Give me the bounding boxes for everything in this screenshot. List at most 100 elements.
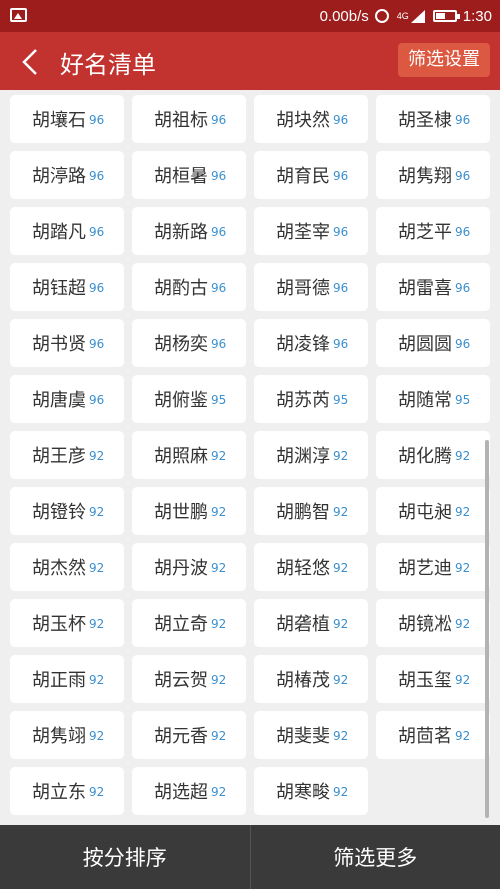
name-text: 胡寒畯 <box>276 782 330 803</box>
name-text: 胡荃宰 <box>276 222 330 243</box>
name-score: 95 <box>455 393 471 407</box>
name-card[interactable]: 胡踏凡 96 <box>10 207 124 255</box>
name-card[interactable]: 胡祖标 96 <box>132 95 246 143</box>
name-card[interactable]: 胡鹏智 92 <box>254 487 368 535</box>
name-card[interactable]: 胡椿茂 92 <box>254 655 368 703</box>
alarm-icon <box>374 9 389 23</box>
name-card[interactable]: 胡杨奕 96 <box>132 319 246 367</box>
name-card[interactable]: 胡王彦 92 <box>10 431 124 479</box>
name-card[interactable]: 胡育民 96 <box>254 151 368 199</box>
name-card[interactable]: 胡镫铃 92 <box>10 487 124 535</box>
name-card[interactable]: 胡渟路 96 <box>10 151 124 199</box>
name-card[interactable]: 胡壤石 96 <box>10 95 124 143</box>
name-card[interactable]: 胡桓暑 96 <box>132 151 246 199</box>
name-score: 92 <box>333 449 349 463</box>
name-score: 96 <box>89 337 105 351</box>
name-score: 92 <box>89 785 105 799</box>
bottom-bar: 按分排序 筛选更多 <box>0 825 500 889</box>
name-score: 96 <box>211 225 227 239</box>
name-card[interactable]: 胡隽翔 96 <box>376 151 490 199</box>
name-score: 96 <box>211 337 227 351</box>
name-text: 胡渊淳 <box>276 446 330 467</box>
filter-settings-button[interactable]: 筛选设置 <box>398 43 490 77</box>
app-header: 好名清单 筛选设置 <box>0 32 500 90</box>
name-score: 92 <box>333 561 349 575</box>
name-card[interactable]: 胡照麻 92 <box>132 431 246 479</box>
name-card[interactable]: 胡钰超 96 <box>10 263 124 311</box>
name-text: 胡唐虞 <box>32 390 86 411</box>
name-list[interactable]: 胡壤石 96 胡祖标 96 胡块然 96 胡圣棣 96 胡渟路 96 胡桓暑 96 胡育民 96 胡隽翔 96… <box>0 90 500 825</box>
name-card[interactable]: 胡新路 96 <box>132 207 246 255</box>
name-card[interactable]: 胡元香 92 <box>132 711 246 759</box>
name-score: 96 <box>89 113 105 127</box>
name-card[interactable]: 胡块然 96 <box>254 95 368 143</box>
back-arrow-icon[interactable] <box>18 48 44 76</box>
name-card[interactable]: 胡酌古 96 <box>132 263 246 311</box>
name-card[interactable]: 胡镜凇 92 <box>376 599 490 647</box>
name-card[interactable]: 胡立东 92 <box>10 767 124 815</box>
name-score: 92 <box>211 505 227 519</box>
signal-icon <box>410 9 425 23</box>
name-score: 92 <box>455 617 471 631</box>
name-card[interactable]: 胡玉杯 92 <box>10 599 124 647</box>
name-card[interactable]: 胡芝平 96 <box>376 207 490 255</box>
name-card[interactable]: 胡玉玺 92 <box>376 655 490 703</box>
name-card[interactable]: 胡杰然 92 <box>10 543 124 591</box>
name-text: 胡镜凇 <box>398 614 452 635</box>
name-card[interactable]: 胡隽翊 92 <box>10 711 124 759</box>
name-card[interactable]: 胡哥德 96 <box>254 263 368 311</box>
name-score: 92 <box>211 785 227 799</box>
name-text: 胡世鹏 <box>154 502 208 523</box>
name-card[interactable]: 胡斐斐 92 <box>254 711 368 759</box>
name-card[interactable]: 胡随常 95 <box>376 375 490 423</box>
name-card[interactable]: 胡丹波 92 <box>132 543 246 591</box>
name-text: 胡苏芮 <box>276 390 330 411</box>
name-card[interactable]: 胡正雨 92 <box>10 655 124 703</box>
name-card[interactable]: 胡凌锋 96 <box>254 319 368 367</box>
name-card[interactable]: 胡世鹏 92 <box>132 487 246 535</box>
page-title: 好名清单 <box>60 51 156 79</box>
name-text: 胡块然 <box>276 110 330 131</box>
name-score: 92 <box>89 729 105 743</box>
name-card[interactable]: 胡俯鉴 95 <box>132 375 246 423</box>
name-text: 胡隽翊 <box>32 726 86 747</box>
name-card[interactable]: 胡云贺 92 <box>132 655 246 703</box>
name-card[interactable]: 胡唐虞 96 <box>10 375 124 423</box>
name-card[interactable]: 胡屯昶 92 <box>376 487 490 535</box>
name-score: 96 <box>89 225 105 239</box>
name-card[interactable]: 胡立奇 92 <box>132 599 246 647</box>
name-score: 96 <box>333 113 349 127</box>
network-speed: 0.00b/s <box>319 7 369 25</box>
name-score: 92 <box>455 449 471 463</box>
name-text: 胡艺迪 <box>398 558 452 579</box>
name-card[interactable]: 胡苏芮 95 <box>254 375 368 423</box>
name-card[interactable]: 胡化腾 92 <box>376 431 490 479</box>
name-score: 96 <box>333 337 349 351</box>
name-card[interactable]: 胡荃宰 96 <box>254 207 368 255</box>
name-text: 胡玉杯 <box>32 614 86 635</box>
name-score: 96 <box>89 393 105 407</box>
name-card[interactable]: 胡轻悠 92 <box>254 543 368 591</box>
name-card[interactable]: 胡圆圆 96 <box>376 319 490 367</box>
name-card[interactable]: 胡艺迪 92 <box>376 543 490 591</box>
scrollbar[interactable] <box>485 440 489 818</box>
name-text: 胡随常 <box>398 390 452 411</box>
name-card[interactable]: 胡圣棣 96 <box>376 95 490 143</box>
filter-more-button[interactable]: 筛选更多 <box>251 825 500 889</box>
name-text: 胡圆圆 <box>398 334 452 355</box>
name-text: 胡屯昶 <box>398 502 452 523</box>
name-text: 胡哥德 <box>276 278 330 299</box>
name-card[interactable]: 胡砻植 92 <box>254 599 368 647</box>
name-card[interactable]: 胡书贤 96 <box>10 319 124 367</box>
name-card[interactable]: 胡渊淳 92 <box>254 431 368 479</box>
name-score: 92 <box>333 617 349 631</box>
name-score: 96 <box>211 169 227 183</box>
name-card[interactable]: 胡选超 92 <box>132 767 246 815</box>
battery-icon <box>432 10 460 22</box>
name-text: 胡玉玺 <box>398 670 452 691</box>
sort-by-score-button[interactable]: 按分排序 <box>0 825 250 889</box>
name-text: 胡新路 <box>154 222 208 243</box>
name-card[interactable]: 胡寒畯 92 <box>254 767 368 815</box>
name-card[interactable]: 胡雷喜 96 <box>376 263 490 311</box>
name-card[interactable]: 胡茴茗 92 <box>376 711 490 759</box>
